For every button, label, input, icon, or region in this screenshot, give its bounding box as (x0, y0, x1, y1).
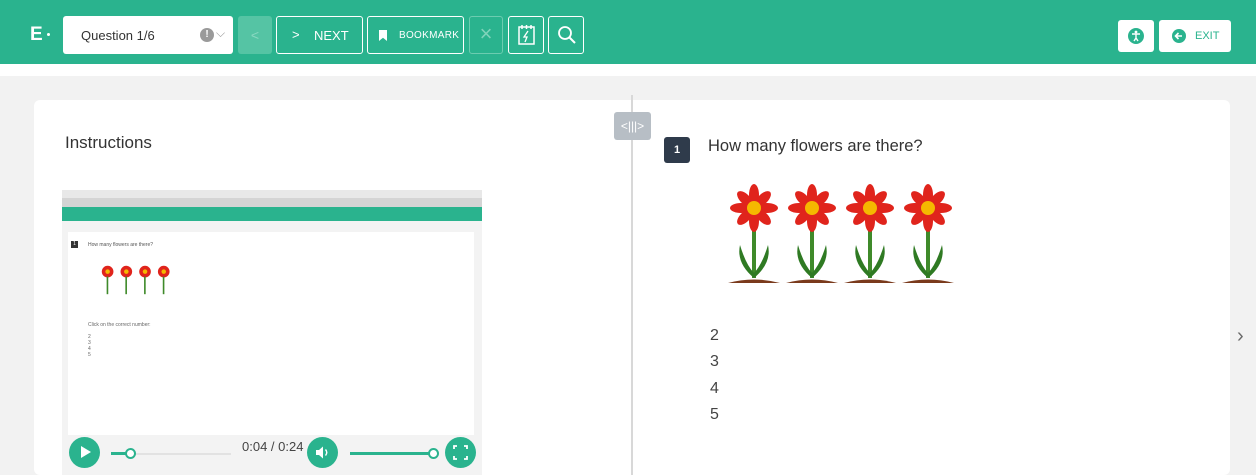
pane-divider (631, 95, 633, 475)
seek-knob[interactable] (125, 448, 136, 459)
video-option: 5 (88, 352, 91, 358)
volume-button[interactable] (307, 437, 338, 468)
question-number-badge: 1 (664, 137, 690, 163)
fullscreen-icon (453, 445, 468, 460)
chevron-right-icon: > (292, 27, 300, 42)
video-question-number: 1 (71, 241, 78, 248)
next-label: NEXT (314, 28, 349, 43)
question-selector-label: Question 1/6 (81, 28, 155, 43)
video-question-card: 1 How many flowers are there? Click on t… (68, 232, 474, 435)
volume-knob[interactable] (428, 448, 439, 459)
answer-option-4[interactable]: 4 (710, 380, 719, 398)
next-button[interactable]: > NEXT (276, 16, 363, 54)
video-question-text: How many flowers are there? (88, 242, 154, 248)
video-controls: 0:04 / 0:24 (62, 432, 482, 475)
bookmark-label: BOOKMARK (399, 30, 460, 41)
accessibility-button[interactable] (1118, 20, 1154, 52)
flowers-image (728, 183, 956, 285)
chevron-down-icon: ⌵ (216, 26, 226, 40)
app-logo: E (30, 24, 50, 46)
chevron-right-icon[interactable]: › (1237, 325, 1244, 348)
question-selector[interactable]: Question 1/6 ! ⌵ (63, 16, 233, 54)
video-toolbar (62, 207, 482, 221)
video-browser-bar (62, 198, 482, 207)
video-menubar (62, 190, 482, 198)
instructions-heading: Instructions (65, 133, 152, 152)
volume-icon (316, 446, 328, 459)
pane-resize-handle[interactable]: <|||> (614, 112, 651, 140)
notepad-icon (518, 25, 535, 45)
accessibility-icon (1128, 28, 1144, 44)
answer-option-5[interactable]: 5 (710, 406, 719, 424)
play-button[interactable] (69, 437, 100, 468)
alert-icon: ! (200, 28, 214, 42)
search-icon (558, 26, 576, 44)
magnifier-button[interactable] (548, 16, 584, 54)
notepad-button[interactable] (508, 16, 544, 54)
close-tool-button[interactable]: × (469, 16, 503, 54)
video-flowers-image (101, 265, 170, 295)
answer-option-3[interactable]: 3 (710, 353, 719, 371)
exit-label: EXIT (1195, 30, 1220, 42)
question-text: How many flowers are there? (708, 137, 923, 155)
volume-slider[interactable] (350, 452, 435, 455)
exit-icon (1172, 29, 1186, 43)
video-time: 0:04 / 0:24 (242, 439, 304, 454)
bookmark-icon (379, 30, 387, 41)
bookmark-button[interactable]: BOOKMARK (367, 16, 464, 54)
toolbar-band (0, 64, 1256, 76)
fullscreen-button[interactable] (445, 437, 476, 468)
exit-button[interactable]: EXIT (1159, 20, 1231, 52)
answer-option-2[interactable]: 2 (710, 327, 719, 345)
top-toolbar: E Question 1/6 ! ⌵ < > NEXT BOOKMARK × E… (0, 0, 1256, 64)
video-instruction-text: Click on the correct number: (88, 322, 151, 328)
previous-button[interactable]: < (238, 16, 272, 54)
